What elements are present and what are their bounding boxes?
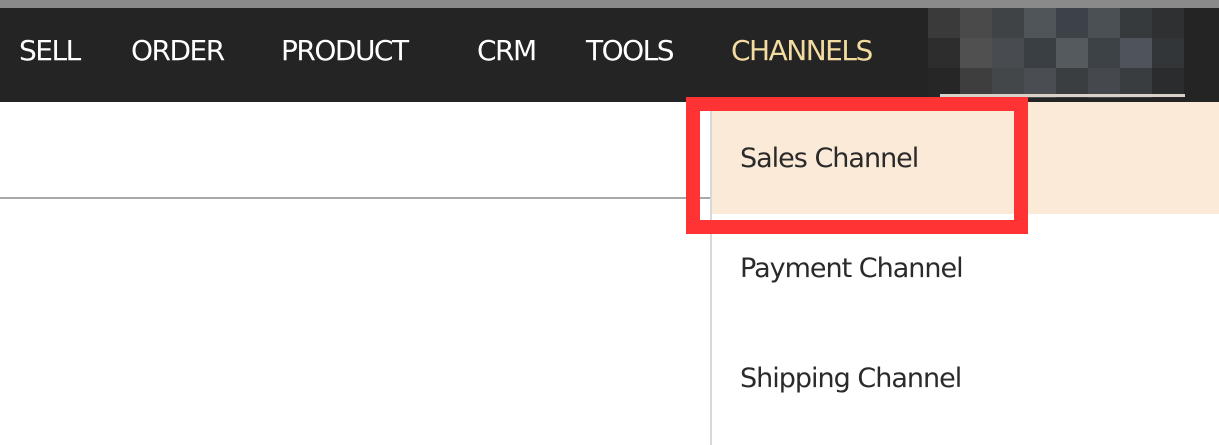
nav-product[interactable]: PRODUCT [281,34,409,68]
blurred-underline [940,94,1185,97]
menu-item-payment-channel[interactable]: Payment Channel [712,230,1219,342]
main-navbar: SELL ORDER PRODUCT CRM TOOLS CHANNELS [0,8,1219,102]
menu-item-shipping-channel[interactable]: Shipping Channel [712,340,1219,445]
blurred-user-info [928,8,1188,102]
top-strip [0,0,1219,8]
channels-dropdown-menu: Sales Channel Payment Channel Shipping C… [710,102,1219,445]
header-divider [0,197,712,199]
nav-crm[interactable]: CRM [477,34,537,68]
app-page: SELL ORDER PRODUCT CRM TOOLS CHANNELS Sa… [0,0,1219,445]
nav-tools[interactable]: TOOLS [586,34,675,68]
menu-item-sales-channel[interactable]: Sales Channel [712,102,1219,214]
menu-item-label: Sales Channel [740,143,919,174]
nav-sell[interactable]: SELL [19,34,81,68]
menu-item-label: Payment Channel [740,253,964,284]
menu-item-label: Shipping Channel [740,363,962,394]
nav-channels[interactable]: CHANNELS [731,34,873,68]
nav-order[interactable]: ORDER [131,34,225,68]
